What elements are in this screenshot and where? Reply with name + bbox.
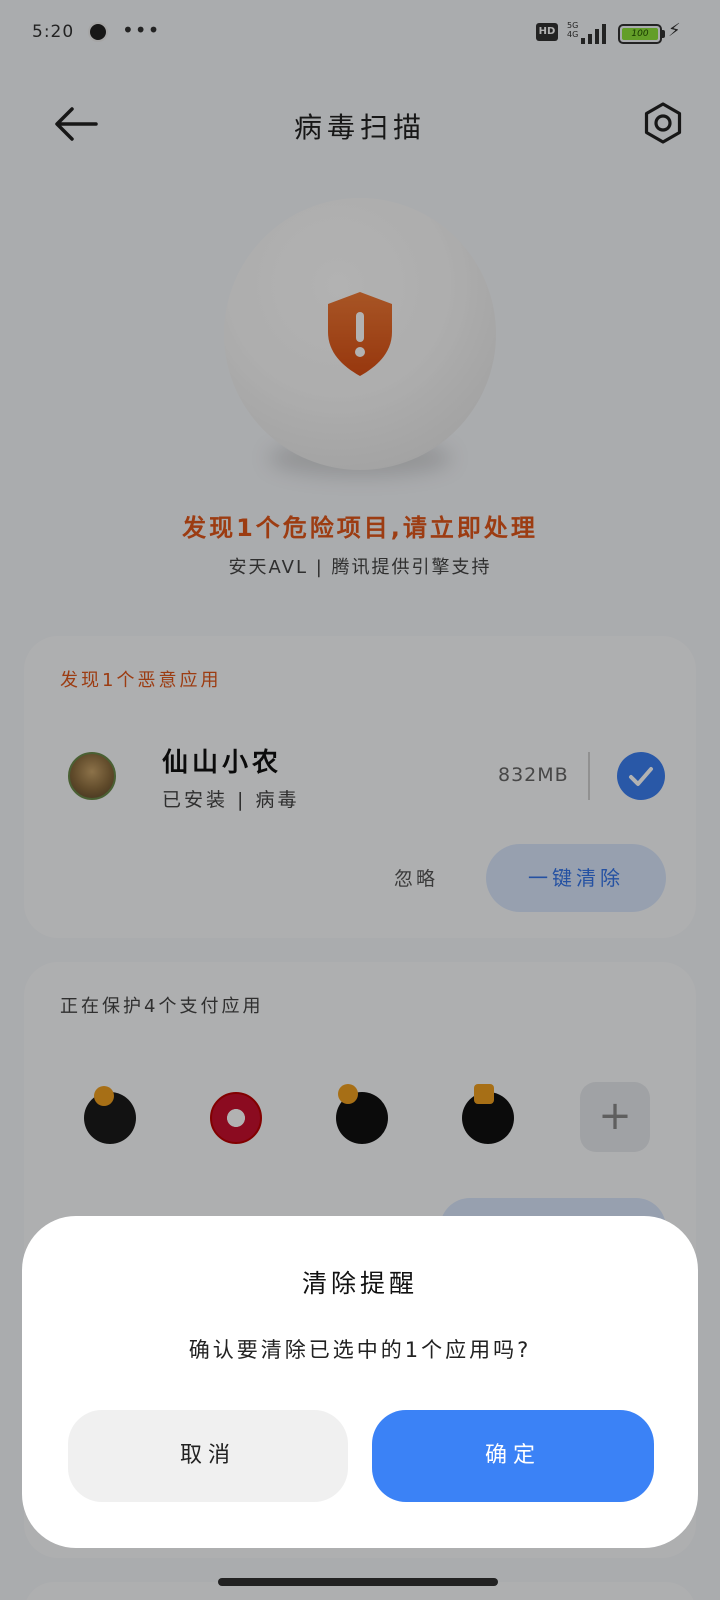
cancel-button[interactable]: 取消 bbox=[68, 1410, 348, 1502]
home-indicator[interactable] bbox=[218, 1578, 498, 1586]
confirm-button[interactable]: 确定 bbox=[372, 1410, 654, 1502]
dialog-message: 确认要清除已选中的1个应用吗? bbox=[188, 1338, 532, 1362]
dialog-title: 清除提醒 bbox=[301, 1269, 418, 1298]
